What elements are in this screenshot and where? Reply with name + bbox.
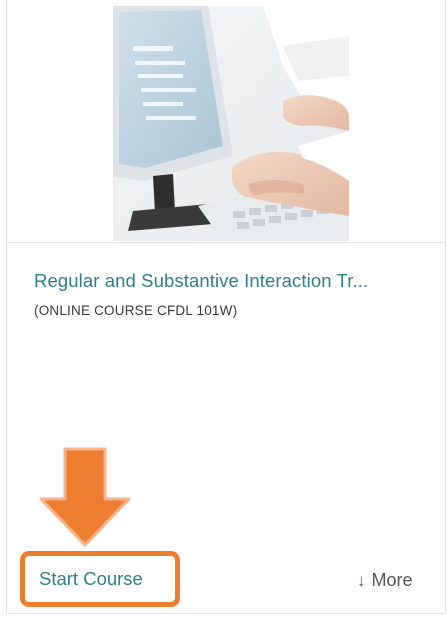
course-code: (ONLINE COURSE CFDL 101W) [34,303,238,318]
more-button[interactable]: ↓ More [357,570,413,591]
course-thumbnail[interactable] [113,6,349,241]
course-title[interactable]: Regular and Substantive Interaction Tr..… [34,270,429,292]
orange-down-arrow-icon [39,447,131,547]
more-label: More [371,570,413,590]
course-thumbnail-area [7,0,445,243]
start-course-button[interactable]: Start Course [20,551,180,607]
course-card: Regular and Substantive Interaction Tr..… [6,0,446,614]
down-arrow-icon: ↓ [357,570,366,590]
start-course-label: Start Course [39,568,143,589]
